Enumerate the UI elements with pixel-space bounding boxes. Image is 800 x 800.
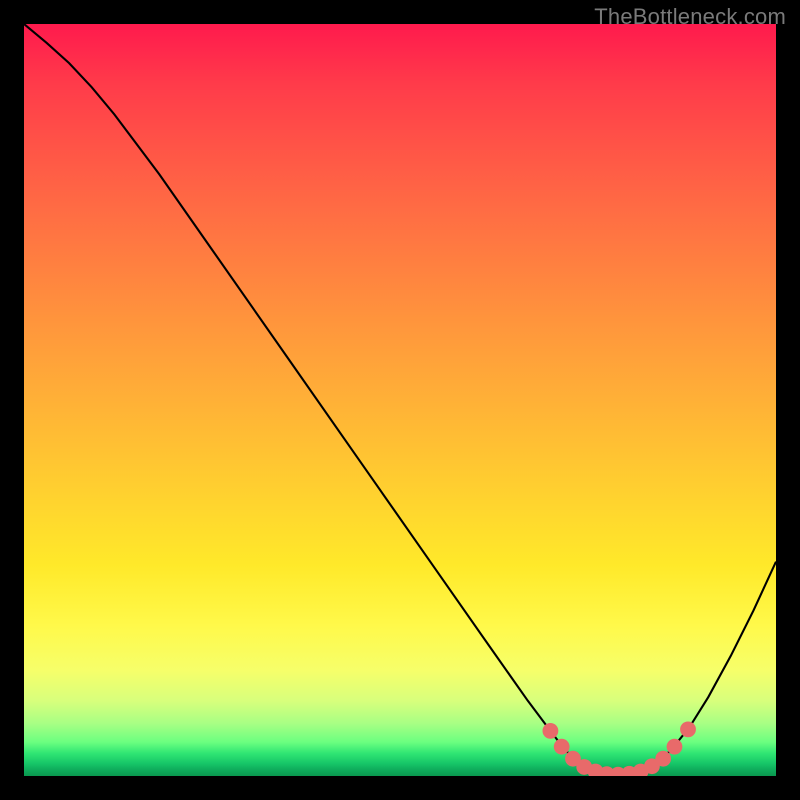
bottleneck-marker xyxy=(543,723,559,739)
chart-frame: TheBottleneck.com xyxy=(0,0,800,800)
plot-overlay xyxy=(24,24,776,776)
bottleneck-marker-group xyxy=(543,721,696,776)
watermark-text: TheBottleneck.com xyxy=(594,4,786,30)
bottleneck-marker xyxy=(655,751,671,767)
bottleneck-marker xyxy=(680,721,696,737)
bottleneck-curve xyxy=(24,24,776,774)
bottleneck-marker xyxy=(554,739,570,755)
plot-area xyxy=(24,24,776,776)
bottleneck-marker xyxy=(667,739,683,755)
